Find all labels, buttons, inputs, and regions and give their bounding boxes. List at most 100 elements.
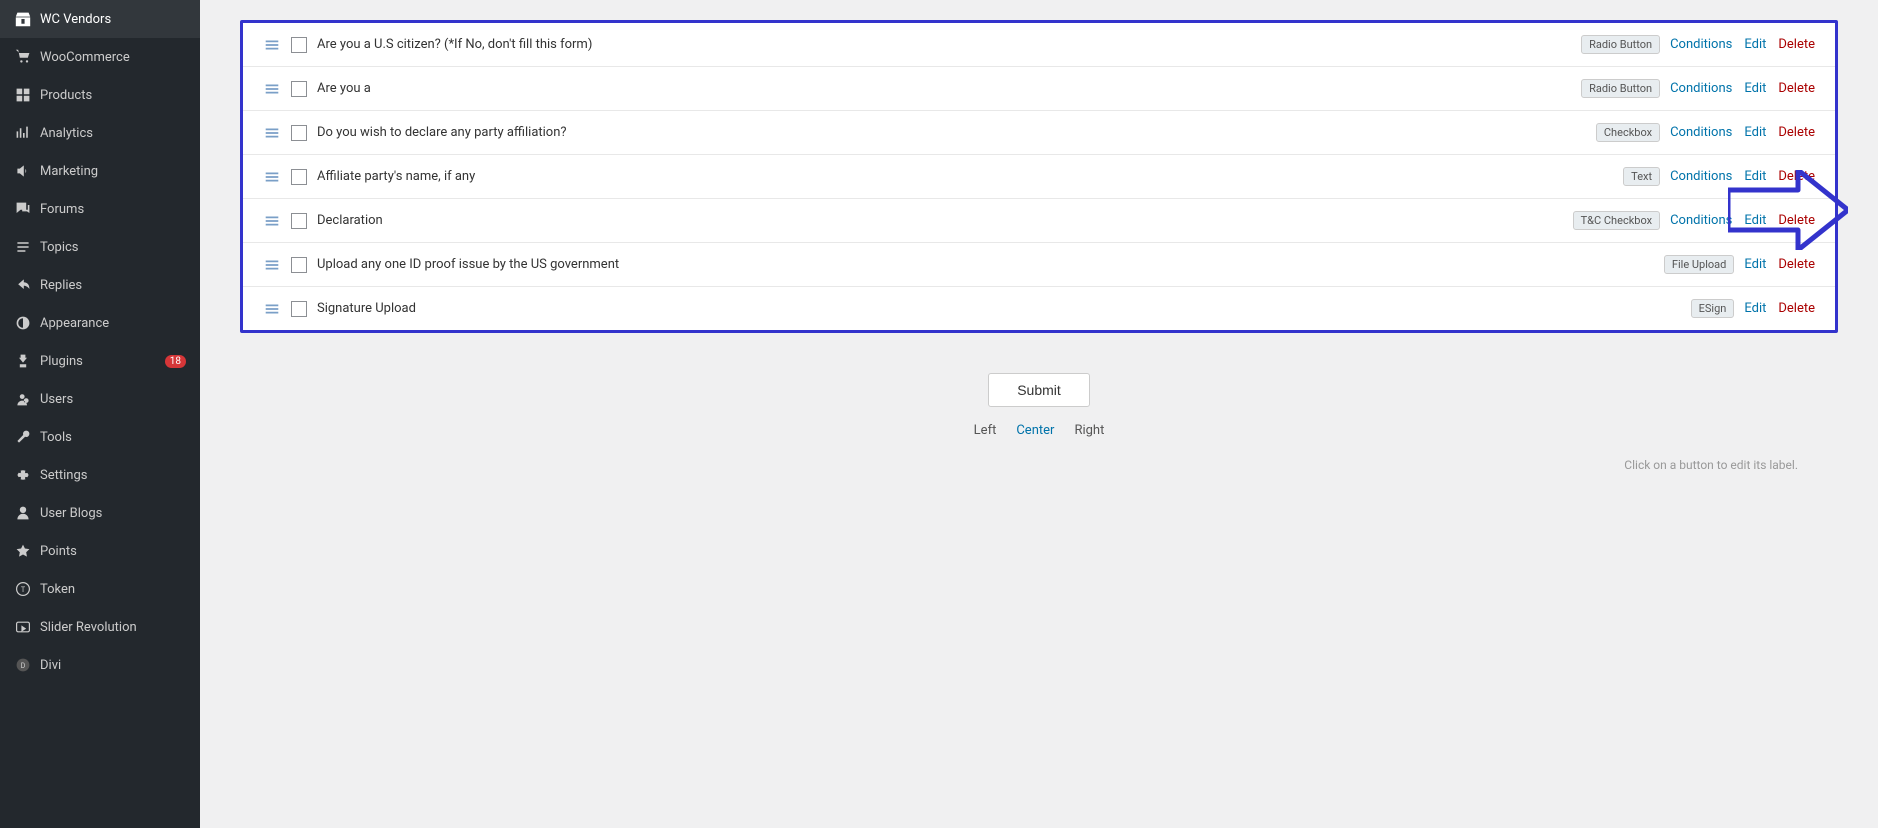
edit-link-6[interactable]: Edit bbox=[1744, 257, 1766, 272]
align-left[interactable]: Left bbox=[974, 423, 997, 438]
replies-icon bbox=[14, 276, 32, 294]
products-icon bbox=[14, 86, 32, 104]
sidebar-item-marketing[interactable]: Marketing bbox=[0, 152, 200, 190]
sidebar-item-forums[interactable]: Forums bbox=[0, 190, 200, 228]
sidebar-item-label: Points bbox=[40, 544, 77, 559]
align-center[interactable]: Center bbox=[1016, 423, 1054, 438]
sidebar-item-label: Slider Revolution bbox=[40, 620, 137, 635]
users-icon bbox=[14, 390, 32, 408]
conditions-link-4[interactable]: Conditions bbox=[1670, 169, 1732, 184]
edit-link-7[interactable]: Edit bbox=[1744, 301, 1766, 316]
submit-button[interactable]: Submit bbox=[988, 373, 1090, 407]
conditions-link-5[interactable]: Conditions bbox=[1670, 213, 1732, 228]
field-type-badge-3: Checkbox bbox=[1596, 123, 1660, 142]
sidebar-item-label: Plugins bbox=[40, 354, 83, 369]
sidebar-item-label: Token bbox=[40, 582, 75, 597]
sidebar-item-label: User Blogs bbox=[40, 506, 102, 521]
sidebar-item-users[interactable]: Users bbox=[0, 380, 200, 418]
delete-link-6[interactable]: Delete bbox=[1778, 257, 1815, 272]
form-fields-container: Are you a U.S citizen? (*If No, don't fi… bbox=[240, 20, 1838, 333]
cart-icon bbox=[14, 48, 32, 66]
sidebar-item-label: Users bbox=[40, 392, 73, 407]
row-actions-7: Edit Delete bbox=[1744, 301, 1815, 316]
row-checkbox-6[interactable] bbox=[291, 257, 307, 273]
token-icon: T bbox=[14, 580, 32, 598]
slider-icon bbox=[14, 618, 32, 636]
sidebar-item-label: WooCommerce bbox=[40, 50, 130, 65]
delete-link-2[interactable]: Delete bbox=[1778, 81, 1815, 96]
row-checkbox-2[interactable] bbox=[291, 81, 307, 97]
align-right[interactable]: Right bbox=[1074, 423, 1104, 438]
edit-link-1[interactable]: Edit bbox=[1744, 37, 1766, 52]
sidebar-item-tools[interactable]: Tools bbox=[0, 418, 200, 456]
form-builder-wrapper: Are you a U.S citizen? (*If No, don't fi… bbox=[200, 0, 1878, 512]
store-icon bbox=[14, 10, 32, 28]
drag-handle-3[interactable] bbox=[263, 124, 281, 142]
row-label-1: Are you a U.S citizen? (*If No, don't fi… bbox=[317, 37, 1571, 52]
sidebar-item-label: Tools bbox=[40, 430, 72, 445]
row-checkbox-4[interactable] bbox=[291, 169, 307, 185]
drag-handle-6[interactable] bbox=[263, 256, 281, 274]
sidebar-item-label: Forums bbox=[40, 202, 84, 217]
sidebar-item-slider-revolution[interactable]: Slider Revolution bbox=[0, 608, 200, 646]
row-actions-2: Conditions Edit Delete bbox=[1670, 81, 1815, 96]
sidebar-item-appearance[interactable]: Appearance bbox=[0, 304, 200, 342]
drag-handle-5[interactable] bbox=[263, 212, 281, 230]
sidebar-item-woocommerce[interactable]: WooCommerce bbox=[0, 38, 200, 76]
drag-handle-4[interactable] bbox=[263, 168, 281, 186]
delete-link-7[interactable]: Delete bbox=[1778, 301, 1815, 316]
svg-text:T: T bbox=[21, 585, 26, 594]
sidebar-item-user-blogs[interactable]: User Blogs bbox=[0, 494, 200, 532]
sidebar: WC Vendors WooCommerce Products Analytic… bbox=[0, 0, 200, 828]
submit-section: Submit Left Center Right bbox=[240, 333, 1838, 458]
sidebar-item-wc-vendors[interactable]: WC Vendors bbox=[0, 0, 200, 38]
row-actions-3: Conditions Edit Delete bbox=[1670, 125, 1815, 140]
row-checkbox-1[interactable] bbox=[291, 37, 307, 53]
points-icon bbox=[14, 542, 32, 560]
settings-icon bbox=[14, 466, 32, 484]
row-label-7: Signature Upload bbox=[317, 301, 1681, 316]
alignment-options: Left Center Right bbox=[974, 423, 1105, 438]
sidebar-item-analytics[interactable]: Analytics bbox=[0, 114, 200, 152]
row-checkbox-7[interactable] bbox=[291, 301, 307, 317]
row-checkbox-5[interactable] bbox=[291, 213, 307, 229]
field-type-badge-2: Radio Button bbox=[1581, 79, 1660, 98]
sidebar-item-settings[interactable]: Settings bbox=[0, 456, 200, 494]
sidebar-item-topics[interactable]: Topics bbox=[0, 228, 200, 266]
edit-link-2[interactable]: Edit bbox=[1744, 81, 1766, 96]
field-type-badge-4: Text bbox=[1623, 167, 1660, 186]
conditions-link-2[interactable]: Conditions bbox=[1670, 81, 1732, 96]
sidebar-item-divi[interactable]: D Divi bbox=[0, 646, 200, 684]
appearance-icon bbox=[14, 314, 32, 332]
sidebar-item-token[interactable]: T Token bbox=[0, 570, 200, 608]
sidebar-item-products[interactable]: Products bbox=[0, 76, 200, 114]
row-actions-6: Edit Delete bbox=[1744, 257, 1815, 272]
form-row-3: Do you wish to declare any party affilia… bbox=[243, 111, 1835, 155]
field-type-badge-7: ESign bbox=[1691, 299, 1735, 318]
sidebar-item-label: WC Vendors bbox=[40, 12, 111, 27]
sidebar-item-points[interactable]: Points bbox=[0, 532, 200, 570]
sidebar-item-replies[interactable]: Replies bbox=[0, 266, 200, 304]
field-type-badge-5: T&C Checkbox bbox=[1573, 211, 1660, 230]
svg-text:D: D bbox=[21, 661, 26, 670]
field-type-badge-1: Radio Button bbox=[1581, 35, 1660, 54]
row-label-3: Do you wish to declare any party affilia… bbox=[317, 125, 1586, 140]
conditions-link-3[interactable]: Conditions bbox=[1670, 125, 1732, 140]
drag-handle-7[interactable] bbox=[263, 300, 281, 318]
edit-link-3[interactable]: Edit bbox=[1744, 125, 1766, 140]
sidebar-item-plugins[interactable]: Plugins 18 bbox=[0, 342, 200, 380]
edit-hint: Click on a button to edit its label. bbox=[240, 458, 1838, 472]
form-row-7: Signature Upload ESign Edit Delete bbox=[243, 287, 1835, 330]
plugins-icon bbox=[14, 352, 32, 370]
drag-handle-1[interactable] bbox=[263, 36, 281, 54]
delete-link-3[interactable]: Delete bbox=[1778, 125, 1815, 140]
row-label-6: Upload any one ID proof issue by the US … bbox=[317, 257, 1654, 272]
conditions-link-1[interactable]: Conditions bbox=[1670, 37, 1732, 52]
row-label-4: Affiliate party's name, if any bbox=[317, 169, 1613, 184]
row-checkbox-3[interactable] bbox=[291, 125, 307, 141]
main-content: Are you a U.S citizen? (*If No, don't fi… bbox=[200, 0, 1878, 828]
tools-icon bbox=[14, 428, 32, 446]
delete-link-1[interactable]: Delete bbox=[1778, 37, 1815, 52]
arrow-decoration bbox=[1728, 170, 1848, 254]
drag-handle-2[interactable] bbox=[263, 80, 281, 98]
